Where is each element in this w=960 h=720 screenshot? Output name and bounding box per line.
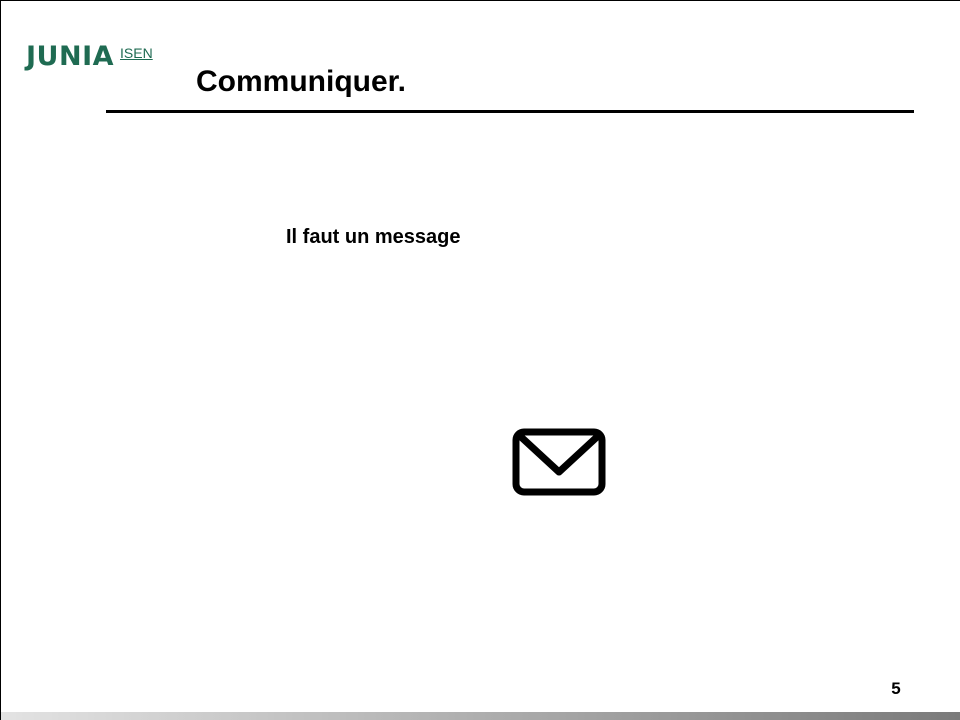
logo-brand: JUNIA (26, 41, 115, 72)
envelope-icon (512, 428, 606, 496)
body-text: Il faut un message (286, 226, 461, 248)
junia-isen-logo: JUNIA ISEN (26, 39, 153, 75)
logo-sub: ISEN (120, 45, 153, 61)
page-number: 5 (891, 679, 901, 698)
title-divider (106, 110, 914, 113)
footer-bar (1, 712, 960, 720)
slide-title: Communiquer. (196, 65, 407, 98)
slide: JUNIA ISEN Communiquer. Il faut un messa… (0, 0, 960, 720)
